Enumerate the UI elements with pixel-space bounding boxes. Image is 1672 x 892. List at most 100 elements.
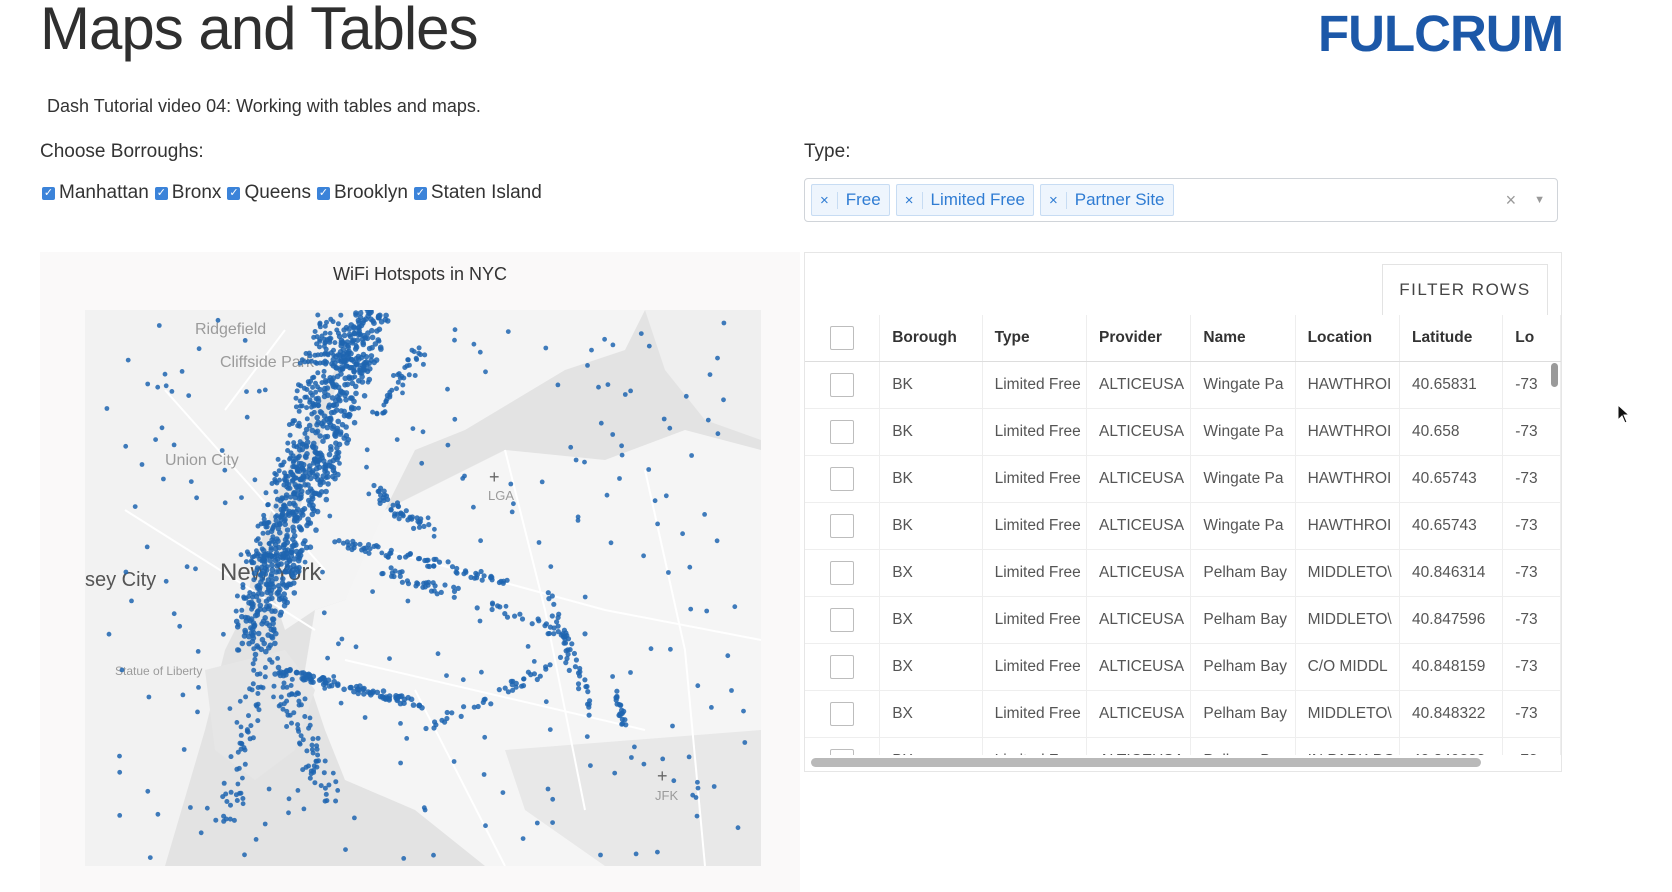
table-row[interactable]: BK Limited Free ALTICEUSA Wingate Pa HAWTHRO…: [805, 361, 1561, 409]
hotspot-point: [582, 459, 587, 465]
checkbox-checked-icon[interactable]: ✓: [316, 186, 330, 200]
type-tag-label: Free: [845, 190, 881, 209]
hotspot-point: [321, 770, 327, 776]
row-checkbox[interactable]: [830, 420, 855, 444]
hotspot-point: [249, 687, 255, 693]
data-table: Borough Type Provider Name Location Latitude L…: [805, 315, 1561, 755]
row-checkbox[interactable]: [830, 467, 855, 491]
table-row[interactable]: BK Limited Free ALTICEUSA Wingate Pa HAWTHRO…: [805, 408, 1561, 456]
hotspot-point: [317, 320, 323, 326]
row-checkbox[interactable]: [830, 749, 855, 755]
vertical-scrollbar[interactable]: [1551, 363, 1558, 387]
checkbox-checked-icon[interactable]: ✓: [154, 186, 168, 200]
column-header[interactable]: Provider: [1086, 315, 1192, 362]
hotspot-point: [431, 563, 437, 569]
hotspot-point: [309, 411, 315, 417]
table-row[interactable]: BX Limited Free ALTICEUSA Pelham Bay MIDDLET…: [805, 549, 1561, 597]
column-header[interactable]: Type: [982, 315, 1088, 362]
hotspot-point: [300, 512, 306, 518]
hotspot-point: [646, 343, 652, 349]
row-select-cell[interactable]: [805, 455, 881, 503]
column-header[interactable]: Name: [1190, 315, 1296, 362]
table-row[interactable]: BX Limited Free ALTICEUSA Pelham Bay MIDDLET…: [805, 596, 1561, 644]
hotspot-point: [355, 353, 362, 360]
hotspot-point: [280, 496, 285, 502]
hotspot-point: [304, 748, 310, 754]
hotspot-point: [352, 374, 358, 380]
row-select-cell[interactable]: [805, 408, 881, 456]
hotspot-point: [302, 696, 308, 702]
checkbox-icon[interactable]: [830, 326, 855, 350]
hotspot-map[interactable]: Ridgefield Cliffside Park Union City sey…: [85, 310, 761, 866]
row-checkbox[interactable]: [830, 514, 855, 538]
borough-checkbox-brooklyn[interactable]: ✓ Brooklyn: [316, 182, 408, 204]
table-row[interactable]: BXLimited FreeALTICEUSAPelham BayIN PARK…: [805, 737, 1561, 755]
hotspot-point: [693, 795, 699, 800]
hotspot-point: [153, 437, 158, 442]
dropdown-arrow-icon[interactable]: ▼: [1534, 194, 1545, 206]
row-checkbox[interactable]: [830, 608, 855, 632]
hotspot-point: [301, 806, 307, 812]
hotspot-point: [275, 556, 281, 562]
hotspot-point: [451, 584, 457, 590]
hotspot-point: [488, 701, 494, 707]
row-select-cell[interactable]: [805, 549, 881, 597]
table-cell: BX: [879, 737, 983, 755]
hotspot-point: [317, 409, 324, 415]
remove-tag-icon[interactable]: ×: [1041, 191, 1067, 209]
hotspot-point: [460, 677, 466, 683]
row-select-cell[interactable]: [805, 737, 881, 755]
borough-checkbox-staten-island[interactable]: ✓ Staten Island: [413, 182, 542, 204]
table-row[interactable]: BX Limited Free ALTICEUSA Pelham Bay C/O MID…: [805, 643, 1561, 691]
hotspot-point: [403, 508, 409, 514]
row-checkbox[interactable]: [830, 373, 855, 397]
hotspot-point: [629, 755, 634, 760]
checkbox-checked-icon[interactable]: ✓: [227, 186, 241, 200]
clear-selection-icon[interactable]: ×: [1506, 190, 1517, 211]
table-row[interactable]: BX Limited Free ALTICEUSA Pelham Bay MIDDLET…: [805, 690, 1561, 738]
row-select-cell[interactable]: [805, 502, 881, 550]
borough-checkbox-bronx[interactable]: ✓ Bronx: [154, 182, 221, 204]
row-checkbox[interactable]: [830, 561, 855, 585]
hotspot-point: [483, 369, 488, 375]
hotspot-point: [566, 667, 572, 673]
horizontal-scrollbar[interactable]: [811, 758, 1481, 767]
hotspot-point: [335, 330, 341, 336]
checkbox-checked-icon[interactable]: ✓: [42, 186, 55, 200]
row-checkbox[interactable]: [830, 702, 855, 726]
hotspot-point: [303, 454, 309, 461]
table-row[interactable]: BK Limited Free ALTICEUSA Wingate Pa HAWTHRO…: [805, 455, 1561, 503]
column-header[interactable]: Location: [1295, 315, 1401, 362]
row-checkbox[interactable]: [830, 655, 855, 679]
remove-tag-icon[interactable]: ×: [897, 191, 923, 209]
type-tag: × Partner Site: [1039, 184, 1174, 216]
column-header[interactable]: Lo: [1502, 315, 1561, 362]
hotspot-point: [330, 375, 337, 381]
select-all-checkbox[interactable]: [805, 315, 881, 362]
hotspot-point: [547, 727, 553, 732]
filter-rows-button[interactable]: FILTER ROWS: [1382, 264, 1548, 316]
hotspot-point: [468, 574, 474, 580]
hotspot-point: [369, 690, 376, 696]
type-multiselect[interactable]: × Free × Limited Free × Partner Site × ▼: [804, 178, 1558, 222]
borough-checkbox-manhattan[interactable]: ✓ Manhattan: [42, 182, 149, 204]
column-header[interactable]: Latitude: [1399, 315, 1504, 362]
checkbox-checked-icon[interactable]: ✓: [413, 186, 427, 200]
table-row[interactable]: BK Limited Free ALTICEUSA Wingate Pa HAWTHRO…: [805, 502, 1561, 550]
remove-tag-icon[interactable]: ×: [812, 191, 838, 209]
map-label-statue-of-liberty: Statue of Liberty: [115, 664, 202, 678]
row-select-cell[interactable]: [805, 690, 881, 738]
hotspot-point: [297, 398, 303, 404]
row-select-cell[interactable]: [805, 361, 881, 409]
table-body: BK Limited Free ALTICEUSA Wingate Pa HAWTHRO…: [805, 361, 1561, 755]
hotspot-point: [377, 312, 383, 319]
hotspot-point: [479, 669, 484, 675]
hotspot-point: [257, 587, 263, 593]
borough-checkbox-queens[interactable]: ✓ Queens: [227, 182, 311, 204]
hotspot-point: [267, 657, 273, 663]
row-select-cell[interactable]: [805, 596, 881, 644]
table-cell: BK: [879, 455, 983, 503]
column-header[interactable]: Borough: [879, 315, 983, 362]
hotspot-point: [261, 640, 267, 647]
row-select-cell[interactable]: [805, 643, 881, 691]
